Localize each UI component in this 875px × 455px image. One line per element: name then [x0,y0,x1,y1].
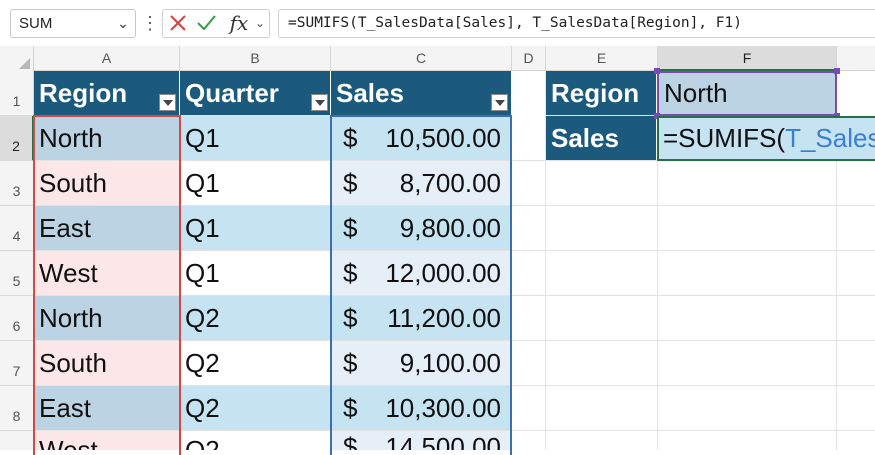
formula-prefix: =SUMIFS( [663,123,786,153]
region-reference-outline [33,115,181,455]
select-all-triangle-icon [19,58,30,69]
gridline [512,205,875,206]
resize-handle[interactable] [834,68,840,74]
filter-dropdown-icon[interactable] [491,94,508,111]
gridline [512,385,875,386]
row-header-7[interactable]: 7 [0,341,34,386]
gridline [512,295,875,296]
column-header-e[interactable]: E [546,46,658,71]
row-header-1[interactable]: 1 [0,71,34,116]
gridline [512,250,875,251]
table-cell-quarter[interactable]: Q1 [180,116,331,161]
column-header-g[interactable] [837,46,875,71]
row-header-3[interactable]: 3 [0,161,34,206]
row-header-4[interactable]: 4 [0,206,34,251]
gridline [512,430,875,431]
lookup-sales-label[interactable]: Sales [546,116,657,161]
row-header-2[interactable]: 2 [0,116,34,161]
formula-text: =SUMIFS(T_SalesData[Sales], T_SalesData[… [288,15,742,31]
column-header-d[interactable]: D [512,46,546,71]
table-header-sales[interactable]: Sales [331,71,512,116]
lookup-region-label[interactable]: Region [546,71,657,116]
column-header-a[interactable]: A [34,46,180,71]
table-header-quarter[interactable]: Quarter [180,71,331,116]
row-header-6[interactable]: 6 [0,296,34,341]
chevron-down-icon[interactable]: ⌄ [252,9,268,37]
filter-dropdown-icon[interactable] [159,94,176,111]
table-cell-quarter[interactable]: Q2 [180,431,331,450]
criteria-cell-f1[interactable]: North [657,71,837,116]
active-formula-cell-f2[interactable]: =SUMIFS(T_SalesD [657,116,875,161]
table-cell-quarter[interactable]: Q1 [180,161,331,206]
formula-table-reference: T_SalesD [785,123,875,153]
formula-input[interactable]: =SUMIFS(T_SalesData[Sales], T_SalesData[… [278,9,875,38]
row-header-8[interactable]: 8 [0,386,34,431]
chevron-down-icon[interactable]: ⌄ [112,9,134,38]
column-header-f[interactable]: F [658,46,837,71]
row-header-5[interactable]: 5 [0,251,34,296]
insert-function-icon[interactable]: fx [226,9,252,37]
table-cell-quarter[interactable]: Q2 [180,296,331,341]
filter-dropdown-icon[interactable] [311,94,328,111]
table-cell-quarter[interactable]: Q1 [180,251,331,296]
name-box-value: SUM [19,15,53,32]
table-cell-quarter[interactable]: Q2 [180,386,331,431]
resize-handle[interactable] [654,68,660,74]
column-header-b[interactable]: B [180,46,331,71]
enter-check-icon[interactable] [195,11,217,35]
more-options-icon[interactable]: ⋮ [141,10,159,36]
table-cell-quarter[interactable]: Q2 [180,341,331,386]
table-cell-quarter[interactable]: Q1 [180,206,331,251]
row-header-9[interactable] [0,431,34,450]
column-header-c[interactable]: C [331,46,512,71]
sales-reference-outline [330,115,512,455]
cancel-icon[interactable] [167,11,189,35]
gridline [512,340,875,341]
